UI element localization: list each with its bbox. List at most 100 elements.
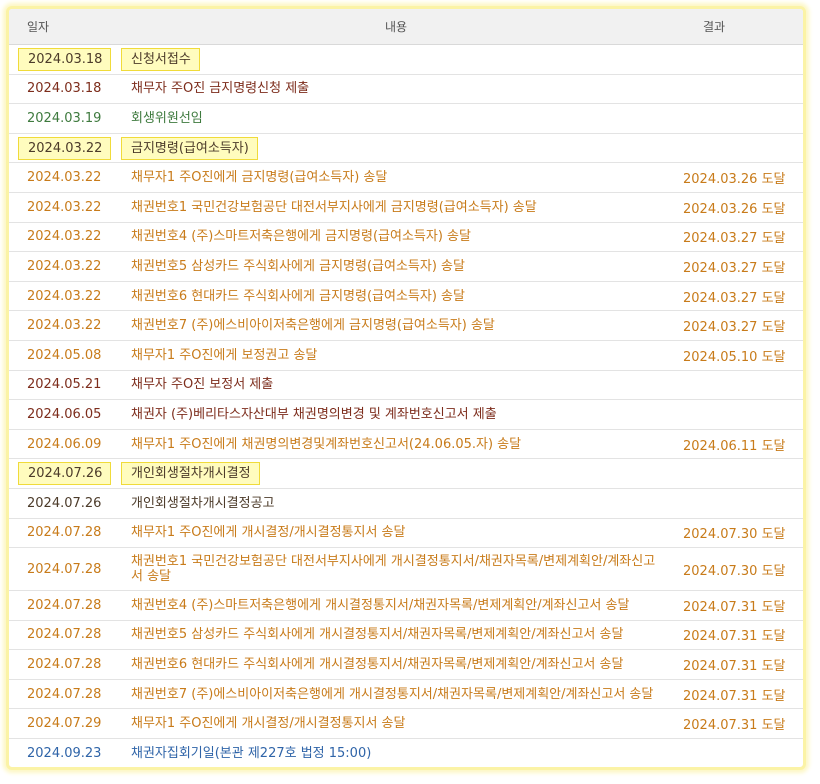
row-result: 2024.07.31 도달 — [675, 620, 803, 651]
row-content: 금지명령(급여소득자) — [117, 133, 675, 164]
row-result — [675, 738, 803, 767]
table-row: 2024.03.22 채권번호7 (주)에스비아이저축은행에게 금지명령(급여소득… — [9, 310, 803, 341]
row-date: 2024.06.09 — [9, 429, 117, 460]
row-content: 채권번호7 (주)에스비아이저축은행에게 금지명령(급여소득자) 송달 — [117, 310, 675, 341]
row-result — [675, 370, 803, 401]
table-row: 2024.05.08 채무자1 주O진에게 보정권고 송달 2024.05.10 도… — [9, 340, 803, 371]
row-content: 개인회생절차개시결정 — [117, 458, 675, 489]
case-history-table: 일자 내용 결과 2024.03.18 신청서접수 2024.03.18 채무자 주O… — [9, 9, 803, 767]
row-date: 2024.07.28 — [9, 649, 117, 680]
header-date: 일자 — [9, 9, 117, 45]
row-date: 2024.03.22 — [9, 310, 117, 341]
table-row: 2024.03.22 채권번호6 현대카드 주식회사에게 금지명령(급여소득자) … — [9, 281, 803, 312]
row-content: 채권번호6 현대카드 주식회사에게 개시결정통지서/채권자목록/변제계획안/계좌… — [117, 649, 675, 680]
table-row: 2024.03.22 금지명령(급여소득자) — [9, 133, 803, 164]
row-content: 채권자집회기일(본관 제227호 법정 15:00) — [117, 738, 675, 767]
table-row: 2024.03.22 채권번호4 (주)스마트저축은행에게 금지명령(급여소득자)… — [9, 222, 803, 253]
table-row: 2024.06.05 채권자 (주)베리타스자산대부 채권명의변경 및 계좌번호신… — [9, 399, 803, 430]
row-result — [675, 44, 803, 75]
row-result — [675, 103, 803, 134]
row-content: 신청서접수 — [117, 44, 675, 75]
row-date: 2024.03.22 — [9, 222, 117, 253]
highlighted-date: 2024.07.26 — [18, 462, 112, 486]
row-result: 2024.07.31 도달 — [675, 679, 803, 710]
highlighted-content: 개인회생절차개시결정 — [121, 462, 260, 486]
row-date: 2024.03.22 — [9, 133, 117, 164]
row-result: 2024.03.26 도달 — [675, 192, 803, 223]
row-date: 2024.03.22 — [9, 192, 117, 223]
table-row: 2024.03.22 채권번호1 국민건강보험공단 대전서부지사에게 금지명령(급… — [9, 192, 803, 223]
row-content: 채권번호5 삼성카드 주식회사에게 개시결정통지서/채권자목록/변제계획안/계좌… — [117, 620, 675, 651]
table-row: 2024.03.22 채무자1 주O진에게 금지명령(급여소득자) 송달 2024.… — [9, 162, 803, 193]
row-content: 채권번호4 (주)스마트저축은행에게 금지명령(급여소득자) 송달 — [117, 222, 675, 253]
table-row: 2024.07.28 채권번호5 삼성카드 주식회사에게 개시결정통지서/채권자목… — [9, 620, 803, 651]
row-content: 채권번호5 삼성카드 주식회사에게 금지명령(급여소득자) 송달 — [117, 251, 675, 282]
highlighted-date: 2024.03.18 — [18, 47, 112, 71]
row-date: 2024.03.22 — [9, 162, 117, 193]
row-result: 2024.07.30 도달 — [675, 547, 803, 592]
table-row: 2024.07.26 개인회생절차개시결정공고 — [9, 488, 803, 519]
table-row: 2024.05.21 채무자 주O진 보정서 제출 — [9, 370, 803, 401]
row-content: 채무자1 주O진에게 채권명의변경및계좌번호신고서(24.06.05.자) 송달 — [117, 429, 675, 460]
row-date: 2024.07.26 — [9, 488, 117, 519]
row-content: 채권자 (주)베리타스자산대부 채권명의변경 및 계좌번호신고서 제출 — [117, 399, 675, 430]
header-result: 결과 — [675, 9, 803, 45]
row-date: 2024.03.22 — [9, 281, 117, 312]
case-history-panel: 일자 내용 결과 2024.03.18 신청서접수 2024.03.18 채무자 주O… — [6, 6, 806, 770]
row-date: 2024.07.28 — [9, 518, 117, 549]
row-date: 2024.06.05 — [9, 399, 117, 430]
table-row: 2024.07.28 채무자1 주O진에게 개시결정/개시결정통지서 송달 2024… — [9, 518, 803, 549]
row-content: 채권번호1 국민건강보험공단 대전서부지사에게 금지명령(급여소득자) 송달 — [117, 192, 675, 223]
row-date: 2024.07.29 — [9, 708, 117, 740]
row-content: 채권번호6 현대카드 주식회사에게 금지명령(급여소득자) 송달 — [117, 281, 675, 312]
row-result: 2024.03.27 도달 — [675, 281, 803, 312]
row-date: 2024.03.18 — [9, 74, 117, 105]
row-date: 2024.05.08 — [9, 340, 117, 371]
row-content: 채무자1 주O진에게 개시결정/개시결정통지서 송달 — [117, 708, 675, 740]
table-row: 2024.03.19 회생위원선임 — [9, 103, 803, 134]
row-date: 2024.05.21 — [9, 370, 117, 401]
highlighted-content: 금지명령(급여소득자) — [121, 136, 258, 160]
table-row: 2024.07.26 개인회생절차개시결정 — [9, 458, 803, 489]
row-date: 2024.03.19 — [9, 103, 117, 134]
row-content: 채권번호1 국민건강보험공단 대전서부지사에게 개시결정통지서/채권자목록/변제… — [117, 547, 675, 592]
table-row: 2024.09.23 채권자집회기일(본관 제227호 법정 15:00) — [9, 738, 803, 767]
table-row: 2024.07.28 채권번호4 (주)스마트저축은행에게 개시결정통지서/채권자… — [9, 590, 803, 621]
row-result — [675, 399, 803, 430]
row-result: 2024.06.11 도달 — [675, 429, 803, 460]
row-date: 2024.07.28 — [9, 590, 117, 621]
row-result: 2024.03.26 도달 — [675, 162, 803, 193]
row-result — [675, 488, 803, 519]
table-row: 2024.07.29 채무자1 주O진에게 개시결정/개시결정통지서 송달 2024… — [9, 708, 803, 740]
row-result: 2024.03.27 도달 — [675, 222, 803, 253]
row-result: 2024.03.27 도달 — [675, 310, 803, 341]
row-result: 2024.07.31 도달 — [675, 590, 803, 621]
table-row: 2024.07.28 채권번호7 (주)에스비아이저축은행에게 개시결정통지서/채… — [9, 679, 803, 710]
row-date: 2024.07.28 — [9, 679, 117, 710]
table-row: 2024.03.22 채권번호5 삼성카드 주식회사에게 금지명령(급여소득자) … — [9, 251, 803, 282]
row-content: 회생위원선임 — [117, 103, 675, 134]
row-date: 2024.09.23 — [9, 738, 117, 767]
table-row: 2024.06.09 채무자1 주O진에게 채권명의변경및계좌번호신고서(24.0… — [9, 429, 803, 460]
row-content: 채권번호4 (주)스마트저축은행에게 개시결정통지서/채권자목록/변제계획안/계… — [117, 590, 675, 621]
highlighted-date: 2024.03.22 — [18, 136, 112, 160]
row-date: 2024.07.28 — [9, 547, 117, 592]
row-content: 채무자1 주O진에게 개시결정/개시결정통지서 송달 — [117, 518, 675, 549]
row-result — [675, 458, 803, 489]
row-result: 2024.03.27 도달 — [675, 251, 803, 282]
row-content: 채권번호7 (주)에스비아이저축은행에게 개시결정통지서/채권자목록/변제계획안… — [117, 679, 675, 710]
row-content: 채무자 주O진 보정서 제출 — [117, 370, 675, 401]
row-result: 2024.07.31 도달 — [675, 649, 803, 680]
row-content: 채무자1 주O진에게 금지명령(급여소득자) 송달 — [117, 162, 675, 193]
row-content: 채무자 주O진 금지명령신청 제출 — [117, 74, 675, 105]
row-content: 개인회생절차개시결정공고 — [117, 488, 675, 519]
row-content: 채무자1 주O진에게 보정권고 송달 — [117, 340, 675, 371]
table-row: 2024.07.28 채권번호1 국민건강보험공단 대전서부지사에게 개시결정통지… — [9, 547, 803, 592]
row-result: 2024.07.30 도달 — [675, 518, 803, 549]
row-result: 2024.05.10 도달 — [675, 340, 803, 371]
table-row: 2024.03.18 신청서접수 — [9, 44, 803, 75]
row-date: 2024.03.22 — [9, 251, 117, 282]
highlighted-content: 신청서접수 — [121, 47, 200, 71]
row-result — [675, 74, 803, 105]
row-date: 2024.07.26 — [9, 458, 117, 489]
